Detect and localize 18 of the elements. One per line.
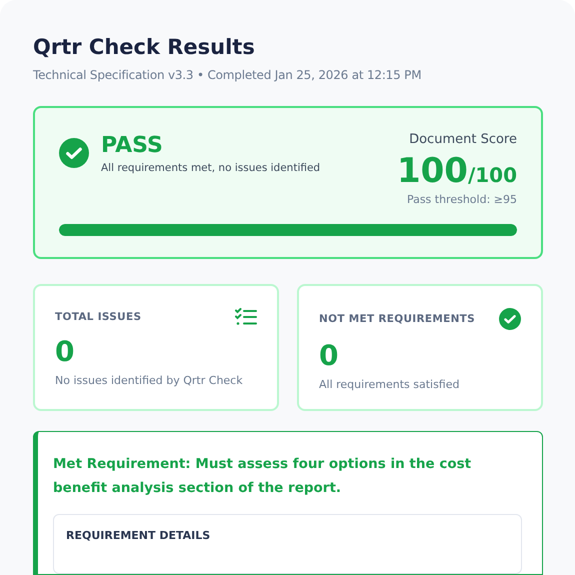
stat-label: TOTAL ISSUES [55, 311, 142, 323]
stat-value: 0 [319, 338, 340, 374]
verdict: PASS [101, 132, 164, 160]
pass-threshold: Pass threshold: ≥95 [406, 193, 517, 206]
page-subtitle: Technical Specification v3.3 • Completed Jan 25, 2026 at 12:15 PM [33, 68, 422, 82]
result-summary: All requirements met, no issues identified [101, 162, 320, 174]
page-title: Qrtr Check Results [33, 34, 256, 61]
stat-value: 0 [55, 334, 76, 370]
score: 100/100 [396, 151, 517, 191]
check-circle-icon [59, 138, 89, 168]
stat-label: NOT MET REQUIREMENTS [319, 313, 475, 325]
check-circle-icon [499, 308, 521, 330]
requirement-title: Met Requirement: Must assess four options in the cost benefit analysis section of the report. [53, 455, 472, 498]
checklist-icon [235, 308, 257, 326]
stat-note: No issues identified by Qrtr Check [55, 374, 244, 387]
stat-note: All requirements satisfied [319, 378, 460, 391]
details-heading: REQUIREMENT DETAILS [66, 529, 212, 542]
score-label: Document Score [409, 132, 517, 147]
